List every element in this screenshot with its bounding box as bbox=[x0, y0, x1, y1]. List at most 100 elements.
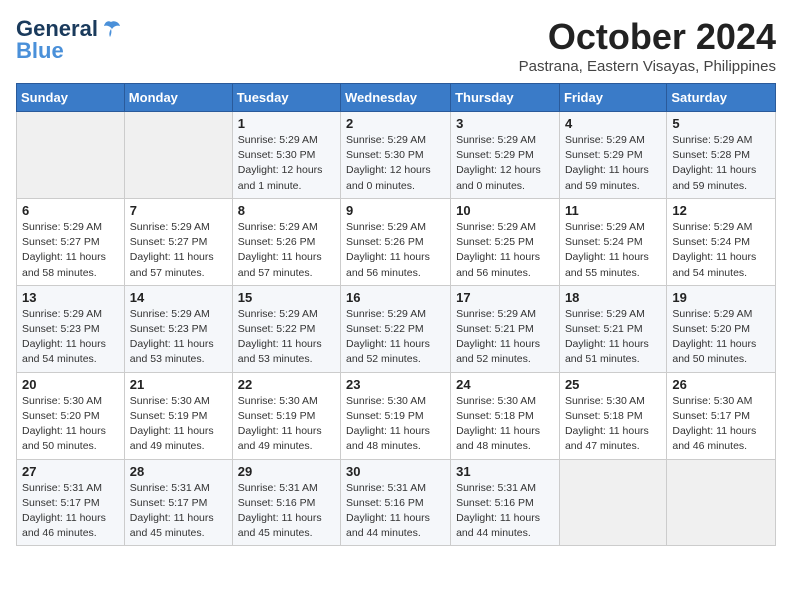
day-info: Sunrise: 5:30 AM Sunset: 5:18 PM Dayligh… bbox=[565, 394, 661, 455]
day-info: Sunrise: 5:29 AM Sunset: 5:29 PM Dayligh… bbox=[456, 133, 554, 194]
day-number: 9 bbox=[346, 203, 445, 218]
day-number: 23 bbox=[346, 377, 445, 392]
day-info: Sunrise: 5:31 AM Sunset: 5:17 PM Dayligh… bbox=[130, 481, 227, 542]
day-number: 28 bbox=[130, 464, 227, 479]
calendar-cell: 19 Sunrise: 5:29 AM Sunset: 5:20 PM Dayli… bbox=[667, 285, 776, 372]
day-number: 24 bbox=[456, 377, 554, 392]
day-number: 6 bbox=[22, 203, 119, 218]
day-info: Sunrise: 5:29 AM Sunset: 5:22 PM Dayligh… bbox=[238, 307, 335, 368]
day-info: Sunrise: 5:29 AM Sunset: 5:25 PM Dayligh… bbox=[456, 220, 554, 281]
calendar-cell: 22Sunrise: 5:30 AM Sunset: 5:19 PM Dayli… bbox=[232, 372, 340, 459]
day-info: Sunrise: 5:30 AM Sunset: 5:17 PM Dayligh… bbox=[672, 394, 770, 455]
header-saturday: Saturday bbox=[667, 84, 776, 112]
day-number: 12 bbox=[672, 203, 770, 218]
day-info: Sunrise: 5:29 AM Sunset: 5:27 PM Dayligh… bbox=[22, 220, 119, 281]
calendar-cell: 10 Sunrise: 5:29 AM Sunset: 5:25 PM Dayli… bbox=[451, 198, 560, 285]
day-info: Sunrise: 5:29 AM Sunset: 5:24 PM Dayligh… bbox=[565, 220, 661, 281]
day-number: 26 bbox=[672, 377, 770, 392]
calendar-cell: 31 Sunrise: 5:31 AM Sunset: 5:16 PM Dayli… bbox=[451, 459, 560, 546]
day-info: Sunrise: 5:29 AM Sunset: 5:29 PM Dayligh… bbox=[565, 133, 661, 194]
week-row: 20Sunrise: 5:30 AM Sunset: 5:20 PM Dayli… bbox=[17, 372, 776, 459]
day-number: 30 bbox=[346, 464, 445, 479]
calendar-cell: 6 Sunrise: 5:29 AM Sunset: 5:27 PM Daylig… bbox=[17, 198, 125, 285]
day-info: Sunrise: 5:29 AM Sunset: 5:30 PM Dayligh… bbox=[346, 133, 445, 194]
day-number: 21 bbox=[130, 377, 227, 392]
week-row: 1Sunrise: 5:29 AM Sunset: 5:30 PM Daylig… bbox=[17, 112, 776, 199]
day-number: 10 bbox=[456, 203, 554, 218]
day-number: 8 bbox=[238, 203, 335, 218]
day-number: 15 bbox=[238, 290, 335, 305]
day-number: 29 bbox=[238, 464, 335, 479]
calendar-table: SundayMondayTuesdayWednesdayThursdayFrid… bbox=[16, 83, 776, 546]
calendar-cell: 13 Sunrise: 5:29 AM Sunset: 5:23 PM Dayli… bbox=[17, 285, 125, 372]
logo-bird-icon bbox=[100, 18, 122, 40]
day-info: Sunrise: 5:29 AM Sunset: 5:30 PM Dayligh… bbox=[238, 133, 335, 194]
header-sunday: Sunday bbox=[17, 84, 125, 112]
calendar-cell: 5 Sunrise: 5:29 AM Sunset: 5:28 PM Daylig… bbox=[667, 112, 776, 199]
day-info: Sunrise: 5:29 AM Sunset: 5:23 PM Dayligh… bbox=[130, 307, 227, 368]
day-info: Sunrise: 5:29 AM Sunset: 5:24 PM Dayligh… bbox=[672, 220, 770, 281]
day-info: Sunrise: 5:31 AM Sunset: 5:17 PM Dayligh… bbox=[22, 481, 119, 542]
day-number: 19 bbox=[672, 290, 770, 305]
day-number: 18 bbox=[565, 290, 661, 305]
location: Pastrana, Eastern Visayas, Philippines bbox=[519, 58, 776, 75]
calendar-cell: 1Sunrise: 5:29 AM Sunset: 5:30 PM Daylig… bbox=[232, 112, 340, 199]
day-number: 11 bbox=[565, 203, 661, 218]
logo: General Blue bbox=[16, 16, 122, 64]
calendar-cell: 12 Sunrise: 5:29 AM Sunset: 5:24 PM Dayli… bbox=[667, 198, 776, 285]
day-number: 13 bbox=[22, 290, 119, 305]
calendar-cell bbox=[667, 459, 776, 546]
day-info: Sunrise: 5:29 AM Sunset: 5:20 PM Dayligh… bbox=[672, 307, 770, 368]
day-info: Sunrise: 5:29 AM Sunset: 5:26 PM Dayligh… bbox=[238, 220, 335, 281]
calendar-cell: 28 Sunrise: 5:31 AM Sunset: 5:17 PM Dayli… bbox=[124, 459, 232, 546]
day-number: 17 bbox=[456, 290, 554, 305]
day-info: Sunrise: 5:29 AM Sunset: 5:22 PM Dayligh… bbox=[346, 307, 445, 368]
calendar-cell: 29 Sunrise: 5:31 AM Sunset: 5:16 PM Dayli… bbox=[232, 459, 340, 546]
day-info: Sunrise: 5:31 AM Sunset: 5:16 PM Dayligh… bbox=[456, 481, 554, 542]
calendar-cell: 20Sunrise: 5:30 AM Sunset: 5:20 PM Dayli… bbox=[17, 372, 125, 459]
day-info: Sunrise: 5:30 AM Sunset: 5:19 PM Dayligh… bbox=[130, 394, 227, 455]
header-thursday: Thursday bbox=[451, 84, 560, 112]
day-info: Sunrise: 5:29 AM Sunset: 5:23 PM Dayligh… bbox=[22, 307, 119, 368]
day-info: Sunrise: 5:29 AM Sunset: 5:26 PM Dayligh… bbox=[346, 220, 445, 281]
calendar-cell: 26 Sunrise: 5:30 AM Sunset: 5:17 PM Dayli… bbox=[667, 372, 776, 459]
day-info: Sunrise: 5:29 AM Sunset: 5:21 PM Dayligh… bbox=[456, 307, 554, 368]
day-number: 31 bbox=[456, 464, 554, 479]
calendar-header-row: SundayMondayTuesdayWednesdayThursdayFrid… bbox=[17, 84, 776, 112]
title-block: October 2024 Pastrana, Eastern Visayas, … bbox=[519, 16, 776, 75]
day-number: 22 bbox=[238, 377, 335, 392]
calendar-cell: 25Sunrise: 5:30 AM Sunset: 5:18 PM Dayli… bbox=[559, 372, 666, 459]
day-number: 3 bbox=[456, 116, 554, 131]
day-number: 2 bbox=[346, 116, 445, 131]
week-row: 6 Sunrise: 5:29 AM Sunset: 5:27 PM Daylig… bbox=[17, 198, 776, 285]
header-monday: Monday bbox=[124, 84, 232, 112]
day-number: 4 bbox=[565, 116, 661, 131]
day-info: Sunrise: 5:29 AM Sunset: 5:27 PM Dayligh… bbox=[130, 220, 227, 281]
day-number: 27 bbox=[22, 464, 119, 479]
day-info: Sunrise: 5:31 AM Sunset: 5:16 PM Dayligh… bbox=[238, 481, 335, 542]
calendar-cell: 21 Sunrise: 5:30 AM Sunset: 5:19 PM Dayli… bbox=[124, 372, 232, 459]
calendar-cell: 30Sunrise: 5:31 AM Sunset: 5:16 PM Dayli… bbox=[341, 459, 451, 546]
day-number: 5 bbox=[672, 116, 770, 131]
calendar-cell: 8 Sunrise: 5:29 AM Sunset: 5:26 PM Daylig… bbox=[232, 198, 340, 285]
calendar-cell: 16Sunrise: 5:29 AM Sunset: 5:22 PM Dayli… bbox=[341, 285, 451, 372]
day-info: Sunrise: 5:30 AM Sunset: 5:19 PM Dayligh… bbox=[346, 394, 445, 455]
calendar-cell: 3 Sunrise: 5:29 AM Sunset: 5:29 PM Daylig… bbox=[451, 112, 560, 199]
calendar-cell: 23 Sunrise: 5:30 AM Sunset: 5:19 PM Dayli… bbox=[341, 372, 451, 459]
calendar-cell: 18Sunrise: 5:29 AM Sunset: 5:21 PM Dayli… bbox=[559, 285, 666, 372]
header-friday: Friday bbox=[559, 84, 666, 112]
day-info: Sunrise: 5:30 AM Sunset: 5:20 PM Dayligh… bbox=[22, 394, 119, 455]
header-wednesday: Wednesday bbox=[341, 84, 451, 112]
calendar-cell: 9 Sunrise: 5:29 AM Sunset: 5:26 PM Daylig… bbox=[341, 198, 451, 285]
calendar-cell: 14 Sunrise: 5:29 AM Sunset: 5:23 PM Dayli… bbox=[124, 285, 232, 372]
calendar-cell: 15 Sunrise: 5:29 AM Sunset: 5:22 PM Dayli… bbox=[232, 285, 340, 372]
calendar-cell: 7Sunrise: 5:29 AM Sunset: 5:27 PM Daylig… bbox=[124, 198, 232, 285]
header-tuesday: Tuesday bbox=[232, 84, 340, 112]
day-info: Sunrise: 5:29 AM Sunset: 5:28 PM Dayligh… bbox=[672, 133, 770, 194]
day-number: 14 bbox=[130, 290, 227, 305]
calendar-cell: 27 Sunrise: 5:31 AM Sunset: 5:17 PM Dayli… bbox=[17, 459, 125, 546]
week-row: 27 Sunrise: 5:31 AM Sunset: 5:17 PM Dayli… bbox=[17, 459, 776, 546]
logo-blue: Blue bbox=[16, 38, 64, 64]
calendar-cell: 17 Sunrise: 5:29 AM Sunset: 5:21 PM Dayli… bbox=[451, 285, 560, 372]
calendar-cell: 2 Sunrise: 5:29 AM Sunset: 5:30 PM Daylig… bbox=[341, 112, 451, 199]
